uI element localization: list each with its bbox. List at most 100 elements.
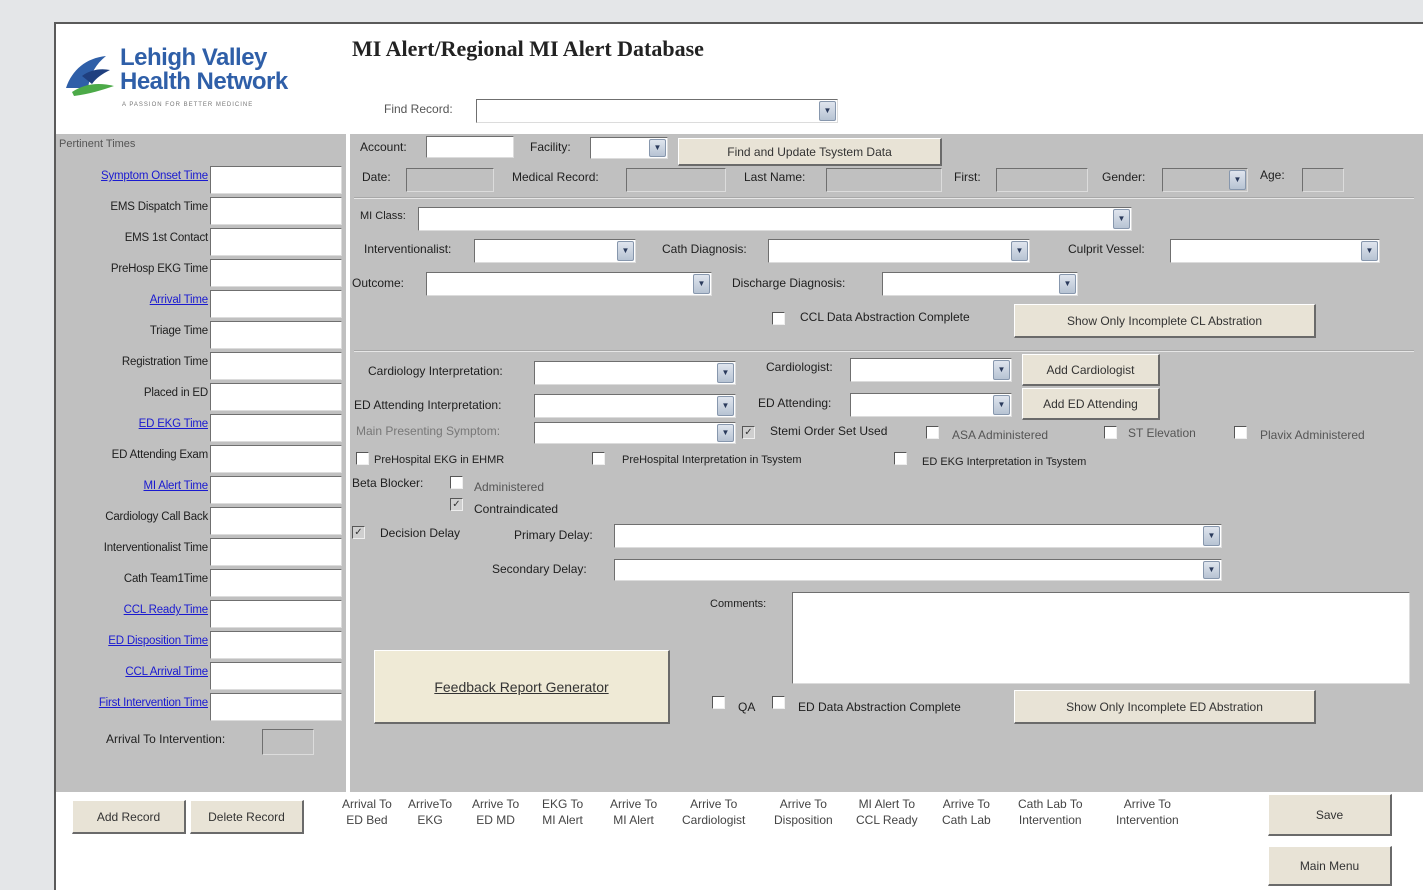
chevron-down-icon[interactable]: ▼ — [1011, 241, 1028, 261]
metric-line2: MI Alert — [542, 813, 583, 827]
secondary-delay-combo[interactable]: ▼ — [614, 559, 1222, 581]
last-name-field — [826, 168, 942, 192]
outcome-combo[interactable]: ▼ — [426, 272, 712, 296]
mi-class-combo[interactable]: ▼ — [418, 207, 1132, 231]
time-input[interactable] — [210, 166, 342, 194]
metric-label: Arrive To Cardiologist — [682, 796, 745, 828]
asa-checkbox[interactable] — [926, 426, 939, 439]
chevron-down-icon[interactable]: ▼ — [1059, 274, 1076, 294]
comments-label: Comments: — [710, 598, 767, 610]
ed-attending-combo[interactable]: ▼ — [850, 393, 1012, 417]
time-input[interactable] — [210, 476, 342, 504]
chevron-down-icon[interactable]: ▼ — [717, 424, 734, 442]
time-input[interactable] — [210, 445, 342, 473]
show-incomplete-cl-button[interactable]: Show Only Incomplete CL Abstration — [1014, 304, 1316, 338]
plavix-checkbox[interactable] — [1234, 426, 1247, 439]
discharge-diagnosis-label: Discharge Diagnosis: — [732, 276, 846, 290]
time-input[interactable] — [210, 538, 342, 566]
account-input[interactable] — [426, 136, 514, 158]
main-menu-button[interactable]: Main Menu — [1268, 846, 1392, 886]
chevron-down-icon[interactable]: ▼ — [693, 274, 710, 294]
outcome-label: Outcome: — [352, 276, 405, 290]
facility-combo[interactable]: ▼ — [590, 137, 668, 159]
chevron-down-icon[interactable]: ▼ — [1229, 170, 1246, 190]
show-incomplete-ed-button[interactable]: Show Only Incomplete ED Abstration — [1014, 690, 1316, 724]
qa-checkbox[interactable] — [712, 696, 725, 709]
time-input[interactable] — [210, 600, 342, 628]
save-button[interactable]: Save — [1268, 794, 1392, 836]
add-record-button[interactable]: Add Record — [72, 800, 186, 834]
chevron-down-icon[interactable]: ▼ — [1113, 209, 1130, 229]
metric-line2: Intervention — [1116, 813, 1179, 827]
chevron-down-icon[interactable]: ▼ — [993, 360, 1010, 380]
gender-combo[interactable]: ▼ — [1162, 168, 1248, 192]
beta-administered-checkbox[interactable] — [450, 476, 463, 489]
beta-contraindicated-label: Contraindicated — [474, 502, 559, 516]
pertinent-times-heading: Pertinent Times — [59, 138, 136, 150]
discharge-diagnosis-combo[interactable]: ▼ — [882, 272, 1078, 296]
chevron-down-icon[interactable]: ▼ — [717, 396, 734, 416]
time-input[interactable] — [210, 507, 342, 535]
time-label: EMS 1st Contact — [124, 232, 208, 244]
chevron-down-icon[interactable]: ▼ — [717, 363, 734, 383]
primary-delay-combo[interactable]: ▼ — [614, 524, 1222, 548]
decision-delay-checkbox[interactable]: ✓ — [352, 526, 365, 539]
time-input[interactable] — [210, 569, 342, 597]
cardiologist-combo[interactable]: ▼ — [850, 358, 1012, 382]
beta-contraindicated-checkbox[interactable]: ✓ — [450, 498, 463, 511]
chevron-down-icon[interactable]: ▼ — [1361, 241, 1378, 261]
time-input[interactable] — [210, 662, 342, 690]
chevron-down-icon[interactable]: ▼ — [649, 139, 666, 157]
time-label[interactable]: Symptom Onset Time — [56, 170, 208, 182]
delete-record-button[interactable]: Delete Record — [190, 800, 304, 834]
metric-line1: MI Alert To — [858, 797, 916, 811]
time-label[interactable]: MI Alert Time — [56, 480, 209, 492]
time-label[interactable]: Arrival Time — [56, 294, 209, 306]
time-label[interactable]: ED Disposition Time — [56, 635, 208, 647]
time-label[interactable]: CCL Arrival Time — [56, 666, 208, 678]
chevron-down-icon[interactable]: ▼ — [1203, 561, 1220, 579]
find-record-combo[interactable]: ▼ — [476, 99, 838, 123]
first-name-field — [996, 168, 1088, 192]
st-elevation-checkbox[interactable] — [1104, 426, 1117, 439]
main-presenting-symptom-combo[interactable]: ▼ — [534, 422, 736, 444]
metric-line1: Arrive To — [1123, 797, 1171, 811]
time-input[interactable] — [210, 290, 342, 318]
feedback-report-generator-button[interactable]: Feedback Report Generator — [374, 650, 670, 724]
time-input[interactable] — [210, 197, 342, 225]
ccl-complete-checkbox[interactable] — [772, 312, 785, 325]
ed-complete-checkbox[interactable] — [772, 696, 785, 709]
interventionalist-combo[interactable]: ▼ — [474, 239, 636, 263]
time-input[interactable] — [210, 414, 342, 442]
add-cardiologist-button[interactable]: Add Cardiologist — [1022, 354, 1160, 386]
comments-textarea[interactable] — [792, 592, 1410, 684]
time-label[interactable]: ED EKG Time — [56, 418, 209, 430]
ed-ekg-interp-checkbox[interactable] — [894, 452, 907, 465]
chevron-down-icon[interactable]: ▼ — [1203, 526, 1220, 546]
time-label: Cardiology Call Back — [105, 511, 208, 523]
time-input[interactable] — [210, 352, 342, 380]
find-update-tsystem-button[interactable]: Find and Update Tsystem Data — [678, 138, 942, 166]
chevron-down-icon[interactable]: ▼ — [819, 101, 836, 121]
cardiology-interpretation-combo[interactable]: ▼ — [534, 361, 736, 385]
time-input[interactable] — [210, 383, 342, 411]
time-label[interactable]: CCL Ready Time — [56, 604, 209, 616]
add-ed-attending-button[interactable]: Add ED Attending — [1022, 388, 1160, 420]
prehospital-interp-checkbox[interactable] — [592, 452, 605, 465]
time-input[interactable] — [210, 693, 342, 721]
chevron-down-icon[interactable]: ▼ — [617, 241, 634, 261]
culprit-vessel-combo[interactable]: ▼ — [1170, 239, 1380, 263]
date-field — [406, 168, 494, 192]
stemi-order-set-checkbox[interactable]: ✓ — [742, 426, 755, 439]
cath-diagnosis-combo[interactable]: ▼ — [768, 239, 1030, 263]
lvhn-logo-icon — [66, 56, 114, 96]
time-input[interactable] — [210, 259, 342, 287]
medical-record-field — [626, 168, 726, 192]
ed-attending-interpretation-combo[interactable]: ▼ — [534, 394, 736, 418]
time-input[interactable] — [210, 631, 342, 659]
prehospital-ekg-ehmr-checkbox[interactable] — [356, 452, 369, 465]
time-input[interactable] — [210, 321, 342, 349]
time-input[interactable] — [210, 228, 342, 256]
time-label[interactable]: First Intervention Time — [56, 697, 208, 709]
chevron-down-icon[interactable]: ▼ — [993, 395, 1010, 415]
